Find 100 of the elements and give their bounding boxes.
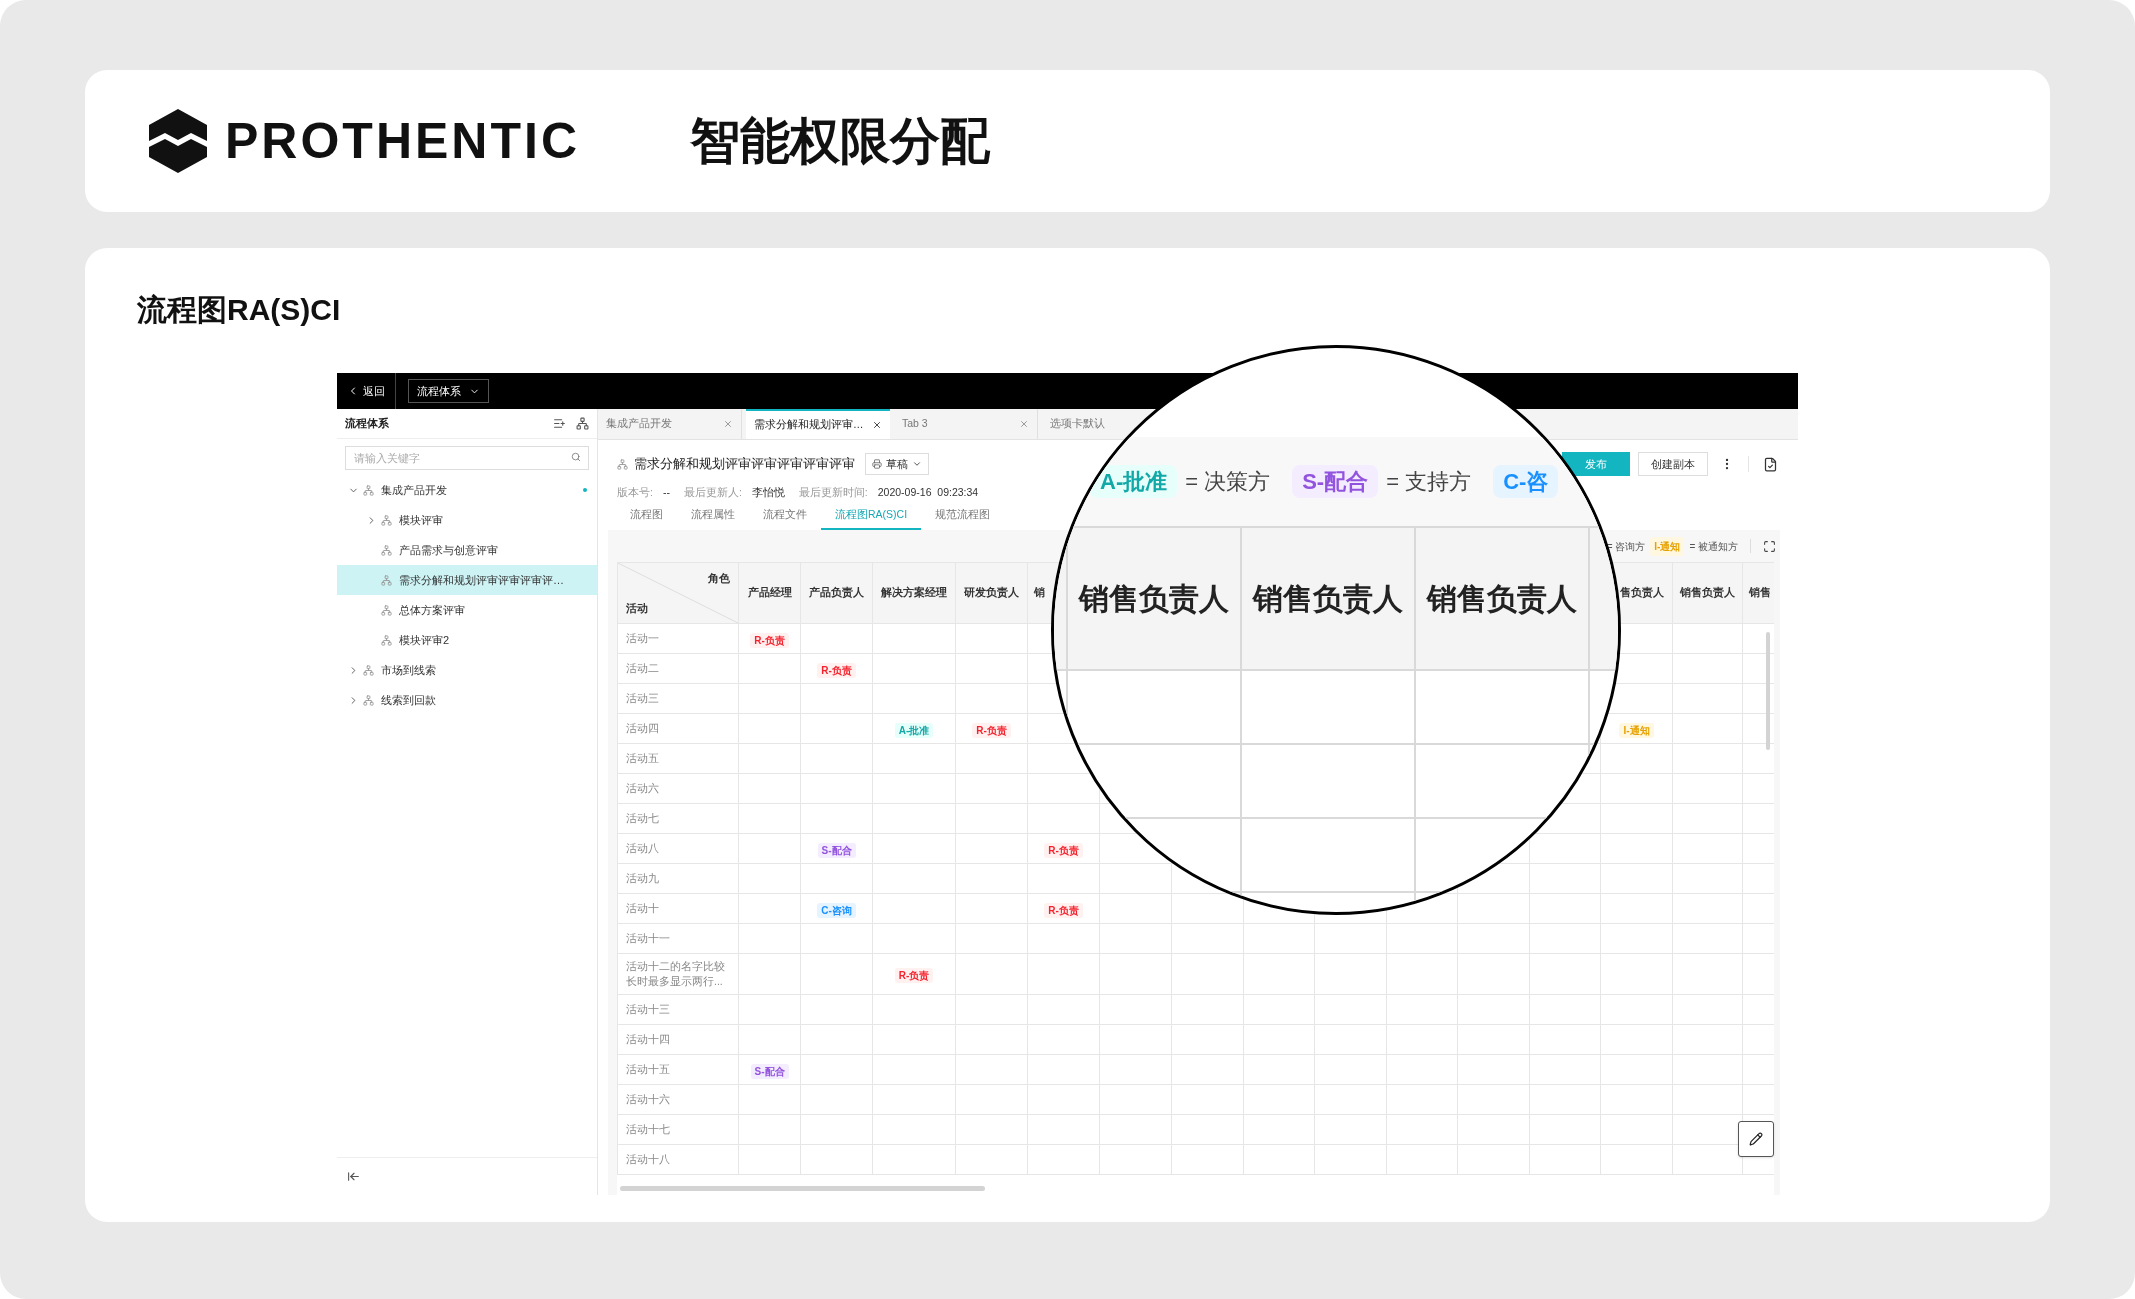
tree-item[interactable]: 模块评审2 bbox=[337, 625, 597, 655]
activity-name: 活动十六 bbox=[626, 1092, 671, 1107]
pencil-icon bbox=[1749, 1132, 1763, 1146]
hierarchy-icon bbox=[381, 544, 392, 556]
hierarchy-icon bbox=[381, 574, 392, 586]
activity-name: 活动十三 bbox=[626, 1002, 671, 1017]
role-tag: I-通知 bbox=[1650, 536, 1685, 556]
tree-item-label: 模块评审 bbox=[399, 512, 444, 528]
meta-value: -- bbox=[662, 485, 670, 501]
tree-item[interactable]: 市场到线索 bbox=[337, 655, 597, 685]
column-header: 产品经理 bbox=[747, 586, 792, 599]
activity-name: 活动六 bbox=[626, 781, 660, 796]
back-button[interactable]: 返回 bbox=[347, 373, 396, 409]
hierarchy-icon[interactable] bbox=[576, 417, 589, 430]
hierarchy-icon bbox=[363, 664, 374, 676]
tree-item[interactable]: 需求分解和规划评审评审评审评… bbox=[337, 565, 597, 595]
tab[interactable]: 集成产品开发 bbox=[598, 409, 742, 439]
meta-value: 2020-09-16 09:23:34 bbox=[877, 485, 979, 501]
tree-item-label: 集成产品开发 bbox=[381, 482, 448, 498]
role-tag: S-配合 bbox=[750, 1063, 789, 1079]
system-dropdown[interactable]: 流程体系 bbox=[408, 379, 489, 403]
status-dropdown[interactable]: 草稿 bbox=[865, 453, 929, 475]
column-header: 解决方案经理 bbox=[881, 586, 947, 599]
hexagon-logo-icon bbox=[147, 107, 209, 175]
fullscreen-icon[interactable] bbox=[1763, 539, 1776, 553]
tree-item[interactable]: 模块评审 bbox=[337, 505, 597, 535]
role-tag: A-批准 bbox=[1090, 465, 1178, 498]
tree-item-label: 市场到线索 bbox=[381, 662, 437, 678]
sub-tab[interactable]: 流程文件 bbox=[749, 507, 821, 530]
vertical-scrollbar[interactable] bbox=[1766, 632, 1770, 750]
activity-name: 活动二 bbox=[626, 661, 660, 676]
column-header: 产品负责人 bbox=[809, 586, 864, 599]
section-title: 流程图RA(S)CI bbox=[137, 292, 342, 328]
activity-name: 活动五 bbox=[626, 751, 660, 766]
role-tag: R-负责 bbox=[972, 722, 1011, 738]
caret-icon bbox=[912, 459, 922, 469]
tree-item-label: 模块评审2 bbox=[399, 632, 451, 648]
document-icon[interactable] bbox=[1763, 456, 1778, 472]
meta-label: 版本号: bbox=[617, 485, 653, 501]
sub-tab[interactable]: 流程属性 bbox=[677, 507, 749, 530]
meta-label: 最后更新时间: bbox=[798, 485, 868, 501]
activity-name: 活动十八 bbox=[626, 1152, 671, 1167]
tree-item[interactable]: 总体方案评审 bbox=[337, 595, 597, 625]
legend-text: = 被通知方 bbox=[1689, 539, 1738, 554]
activity-name: 活动十四 bbox=[626, 1032, 671, 1047]
role-tag: S-配合 bbox=[817, 842, 856, 858]
activity-name: 活动四 bbox=[626, 721, 660, 736]
activity-name: 活动十五 bbox=[626, 1062, 671, 1077]
column-header: 研发负责人 bbox=[964, 586, 1019, 599]
role-tag: R-负责 bbox=[750, 632, 789, 648]
close-icon[interactable] bbox=[872, 420, 882, 430]
column-header: 销售 bbox=[1749, 586, 1771, 599]
hierarchy-icon bbox=[363, 694, 374, 706]
meta-label: 最后更新人: bbox=[683, 485, 742, 501]
edit-button[interactable] bbox=[1738, 1121, 1774, 1157]
tab[interactable]: 需求分解和规划评审… bbox=[746, 409, 890, 439]
role-tag: A-批准 bbox=[894, 722, 934, 738]
document-title: 需求分解和规划评审评审评审评审评审 bbox=[634, 455, 855, 473]
sub-tab[interactable]: 流程图 bbox=[616, 507, 677, 530]
column-header: 销售负责人 bbox=[1079, 581, 1229, 617]
search-field[interactable]: 请输入关键字 bbox=[345, 446, 589, 470]
column-header: 售负责人 bbox=[1620, 586, 1664, 599]
tree-item[interactable]: 集成产品开发 bbox=[337, 475, 597, 505]
activity-name: 活动九 bbox=[626, 871, 660, 886]
tab[interactable]: Tab 3 bbox=[894, 409, 1038, 439]
role-tag: R-负责 bbox=[894, 968, 934, 983]
activity-name: 活动十一 bbox=[626, 931, 671, 946]
role-tag: I-通知 bbox=[1619, 722, 1654, 738]
tree-item-label: 线索到回款 bbox=[381, 692, 437, 708]
activity-name: 活动八 bbox=[626, 841, 660, 856]
sidebar-title: 流程体系 bbox=[345, 416, 390, 432]
corner-activity-label: 活动 bbox=[626, 601, 648, 617]
role-tag: S-配合 bbox=[1292, 465, 1379, 498]
page-title: 智能权限分配 bbox=[690, 111, 990, 171]
search-icon bbox=[571, 452, 581, 462]
copy-button[interactable]: 创建副本 bbox=[1638, 452, 1708, 476]
add-node-icon[interactable] bbox=[553, 417, 566, 430]
tree-item-label: 总体方案评审 bbox=[399, 602, 466, 618]
activity-name: 活动十七 bbox=[626, 1122, 671, 1137]
role-tag: C-咨询 bbox=[817, 902, 856, 918]
sub-tab[interactable]: 规范流程图 bbox=[921, 507, 1005, 530]
meta-value: 李怡悦 bbox=[751, 485, 785, 501]
corner-role-label: 角色 bbox=[708, 571, 730, 586]
activity-name: 活动十 bbox=[626, 901, 660, 916]
tree-item-label: 需求分解和规划评审评审评审评… bbox=[399, 572, 565, 588]
role-tag: R-负责 bbox=[1044, 842, 1083, 858]
legend-text: = 支持方 bbox=[1386, 469, 1472, 494]
tree-item[interactable]: 产品需求与创意评审 bbox=[337, 535, 597, 565]
tree-item[interactable]: 线索到回款 bbox=[337, 685, 597, 715]
column-header: 销售负责人 bbox=[1427, 581, 1577, 617]
activity-name: 活动七 bbox=[626, 811, 660, 826]
collapse-icon[interactable] bbox=[347, 1170, 360, 1183]
activity-name: 活动一 bbox=[626, 631, 660, 646]
role-tag: R-负责 bbox=[817, 662, 856, 678]
column-header: 销售负责人 bbox=[1680, 586, 1735, 599]
horizontal-scrollbar[interactable] bbox=[620, 1186, 985, 1191]
legend-text: = 决策方 bbox=[1185, 469, 1271, 494]
hierarchy-icon bbox=[617, 458, 628, 470]
column-header: 销售负责人 bbox=[1253, 581, 1403, 617]
hierarchy-icon bbox=[381, 514, 392, 526]
